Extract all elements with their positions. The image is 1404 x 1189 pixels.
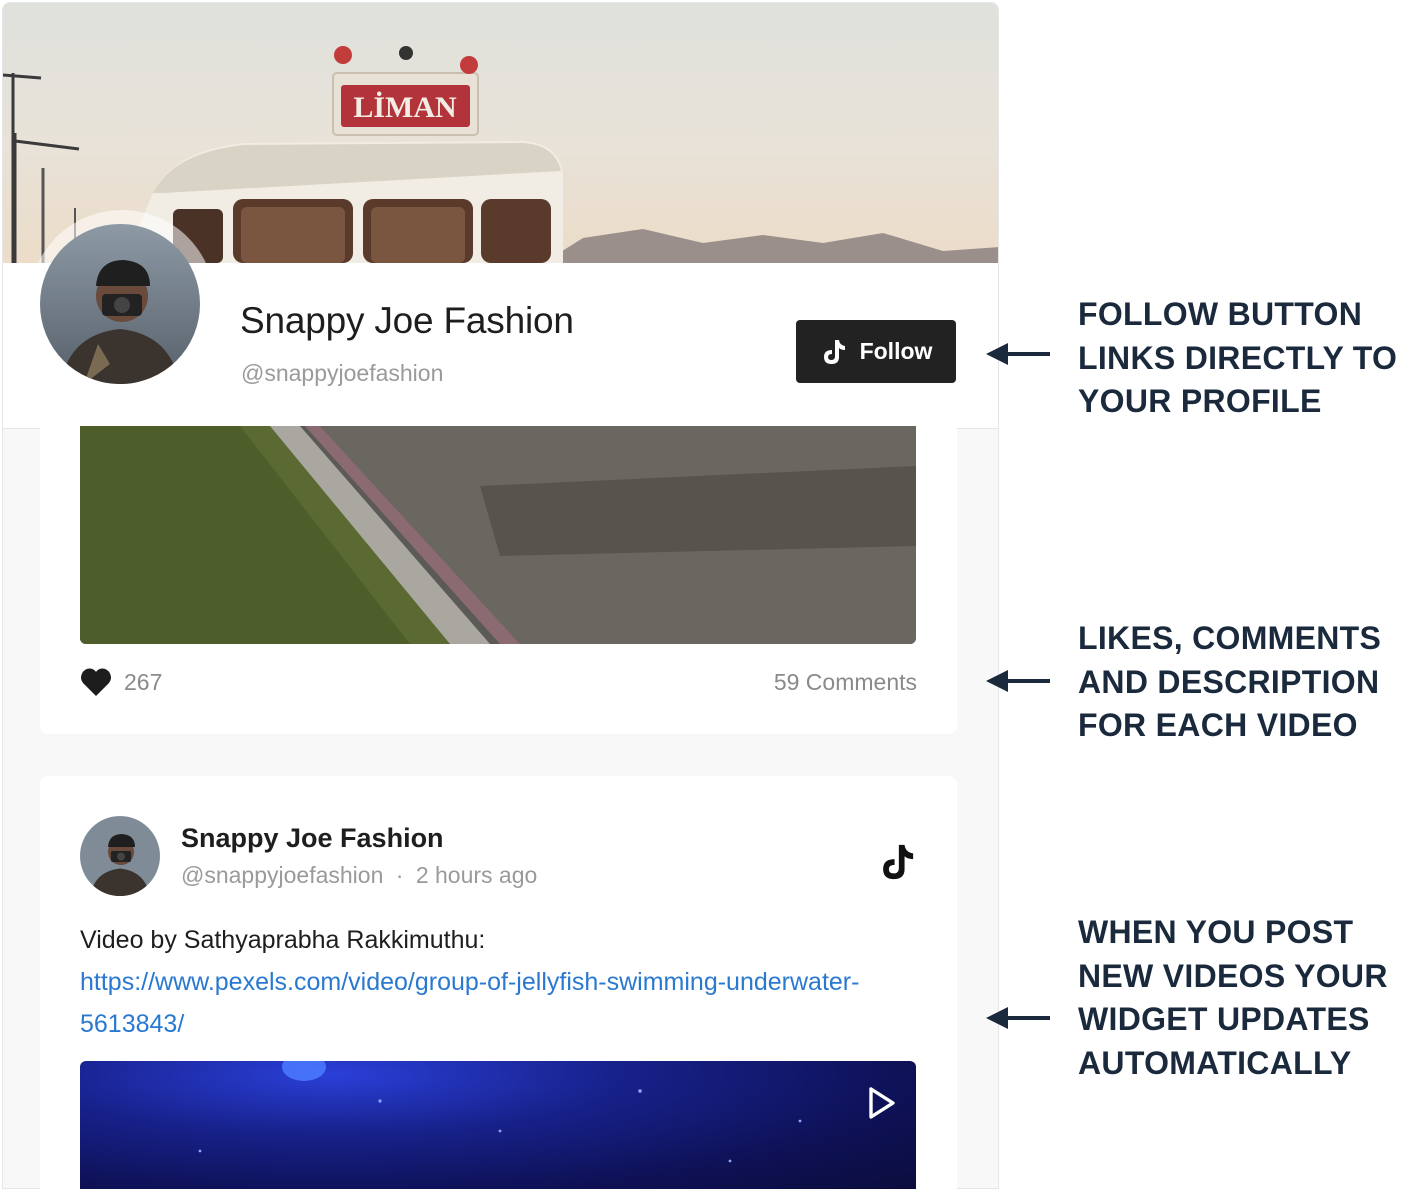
post-meta: @snappyjoefashion · 2 hours ago bbox=[181, 862, 537, 889]
video-thumbnail[interactable] bbox=[80, 1061, 916, 1189]
tiktok-icon bbox=[823, 339, 845, 364]
post-description: Video by Sathyaprabha Rakkimuthu: https:… bbox=[80, 919, 880, 1045]
post-author-avatar[interactable] bbox=[80, 816, 160, 896]
likes-value: 267 bbox=[124, 668, 163, 695]
arrow-left-icon bbox=[986, 343, 1050, 365]
follow-button-label: Follow bbox=[859, 338, 933, 364]
video-card: 267 59 Comments bbox=[40, 426, 957, 734]
annotation-follow: FOLLOW BUTTON LINKS DIRECTLY TO YOUR PRO… bbox=[1078, 296, 1398, 419]
post-link[interactable]: https://www.pexels.com/video/group-of-je… bbox=[80, 968, 859, 1038]
arrow-left-icon bbox=[986, 1007, 1050, 1029]
video-card: Snappy Joe Fashion @snappyjoefashion · 2… bbox=[40, 776, 957, 1189]
comments-count[interactable]: 59 Comments bbox=[774, 664, 917, 700]
tiktok-icon[interactable] bbox=[876, 842, 916, 882]
annotation-auto-update: WHEN YOU POST NEW VIDEOS YOUR WIDGET UPD… bbox=[1078, 914, 1388, 1081]
post-description-text: Video by Sathyaprabha Rakkimuthu: bbox=[80, 926, 486, 954]
follow-button[interactable]: Follow bbox=[796, 320, 956, 383]
profile-name: Snappy Joe Fashion bbox=[240, 300, 574, 341]
meta-separator: · bbox=[395, 862, 404, 888]
profile-handle: @snappyjoefashion bbox=[241, 360, 444, 386]
post-time: 2 hours ago bbox=[415, 862, 538, 888]
video-thumbnail[interactable] bbox=[80, 426, 916, 644]
comments-value: 59 Comments bbox=[773, 668, 917, 695]
arrow-left-icon bbox=[986, 670, 1050, 692]
play-icon[interactable] bbox=[860, 1083, 900, 1123]
profile-avatar[interactable] bbox=[40, 224, 200, 384]
post-author-name: Snappy Joe Fashion bbox=[181, 823, 444, 853]
likes-count[interactable]: 267 bbox=[80, 664, 162, 700]
heart-icon bbox=[80, 668, 112, 696]
annotation-likes-comments: LIKES, COMMENTS AND DESCRIPTION FOR EACH… bbox=[1078, 620, 1382, 743]
post-author-handle: @snappyjoefashion bbox=[181, 862, 384, 888]
cover-sign: LİMAN bbox=[353, 91, 457, 124]
